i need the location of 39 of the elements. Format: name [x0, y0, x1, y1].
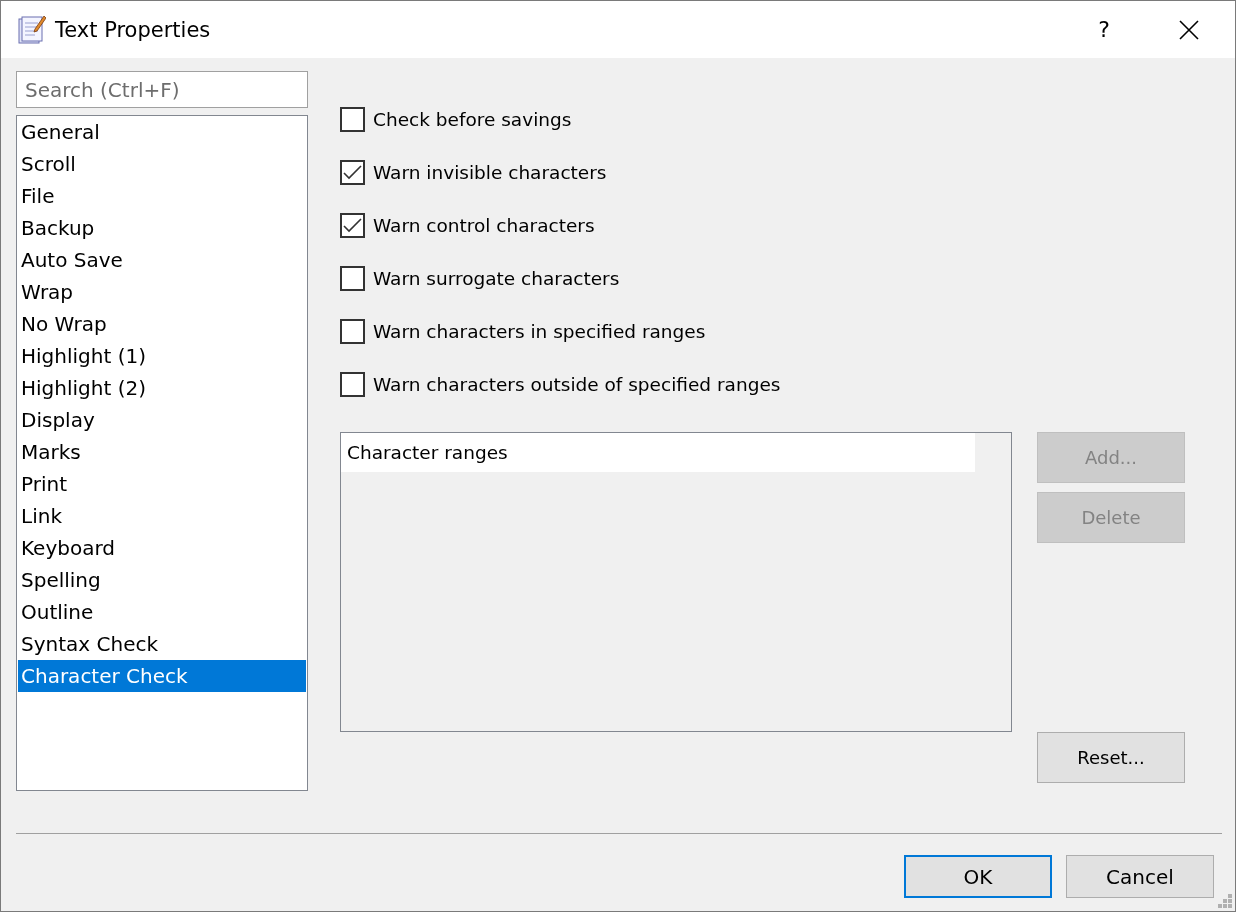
category-item[interactable]: Highlight (1)	[18, 340, 306, 372]
category-item[interactable]: Spelling	[18, 564, 306, 596]
checkbox[interactable]	[340, 213, 365, 238]
checkbox[interactable]	[340, 372, 365, 397]
category-item[interactable]: Scroll	[18, 148, 306, 180]
reset-button[interactable]: Reset...	[1037, 732, 1185, 783]
category-item[interactable]: Link	[18, 500, 306, 532]
checkbox-label: Warn characters outside of specified ranges	[373, 374, 781, 395]
checkbox[interactable]	[340, 107, 365, 132]
category-item[interactable]: Auto Save	[18, 244, 306, 276]
dialog-button[interactable]: Cancel	[1066, 855, 1214, 898]
checkbox-label: Warn surrogate characters	[373, 268, 620, 289]
notepad-icon	[18, 14, 46, 45]
category-item[interactable]: Highlight (2)	[18, 372, 306, 404]
category-item[interactable]: File	[18, 180, 306, 212]
checkbox-label: Warn invisible characters	[373, 162, 607, 183]
category-item[interactable]: Keyboard	[18, 532, 306, 564]
category-item[interactable]: Marks	[18, 436, 306, 468]
category-item[interactable]: Wrap	[18, 276, 306, 308]
window-title: Text Properties	[55, 17, 212, 42]
category-item[interactable]: Display	[18, 404, 306, 436]
dialog-button[interactable]: OK	[904, 855, 1052, 898]
category-item[interactable]: General	[18, 116, 306, 148]
checkbox[interactable]	[340, 319, 365, 344]
category-item[interactable]: Syntax Check	[18, 628, 306, 660]
checkbox-label: Warn control characters	[373, 215, 595, 236]
checkbox-label: Check before savings	[373, 109, 572, 130]
category-item[interactable]: Print	[18, 468, 306, 500]
checkbox[interactable]	[340, 266, 365, 291]
search-field[interactable]: Search (Ctrl+F)	[16, 71, 308, 108]
checkbox[interactable]	[340, 160, 365, 185]
resize-grip-icon[interactable]	[1217, 893, 1233, 909]
checkbox-label: Warn characters in specified ranges	[373, 321, 706, 342]
category-item[interactable]: No Wrap	[18, 308, 306, 340]
column-header[interactable]: Character ranges	[341, 433, 975, 472]
category-item[interactable]: Outline	[18, 596, 306, 628]
help-button[interactable]: ?	[1084, 17, 1124, 42]
category-item[interactable]: Backup	[18, 212, 306, 244]
category-item[interactable]: Character Check	[18, 660, 306, 692]
